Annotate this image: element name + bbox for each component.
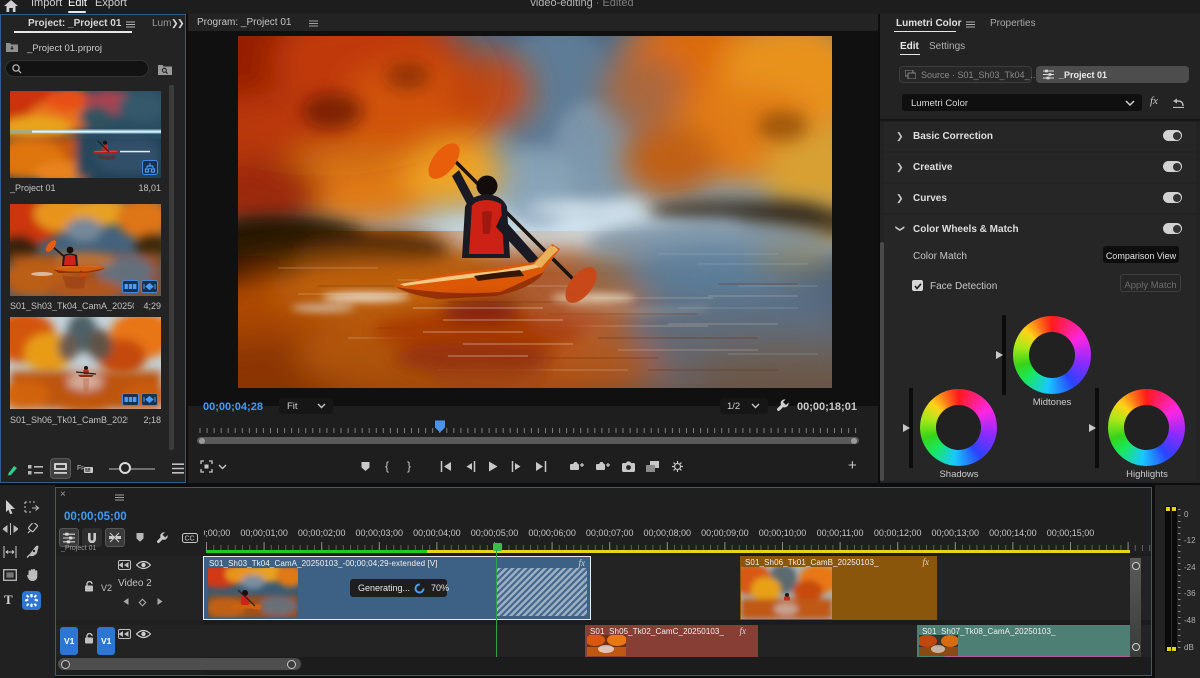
svg-text:00;00;09;00: 00;00;09;00	[701, 528, 749, 538]
svg-text:00;00;03;00: 00;00;03;00	[356, 528, 404, 538]
svg-text:00;00;11;00: 00;00;11;00	[817, 528, 864, 538]
svg-text:00;00;07;00: 00;00;07;00	[586, 528, 634, 538]
svg-text:00;00;13;00: 00;00;13;00	[932, 528, 980, 538]
svg-text:00;00;04;00: 00;00;04;00	[413, 528, 461, 538]
svg-text:00;00;14;00: 00;00;14;00	[989, 528, 1037, 538]
svg-text:00;00;05;00: 00;00;05;00	[471, 528, 519, 538]
svg-text:00;00;02;00: 00;00;02;00	[298, 528, 346, 538]
svg-text:00;00;15;00: 00;00;15;00	[1047, 528, 1095, 538]
svg-text:00;00;12;00: 00;00;12;00	[874, 528, 922, 538]
svg-text:00;00;00;00: 00;00;00;00	[204, 528, 230, 538]
svg-text:FF: FF	[77, 465, 84, 472]
svg-text:CC: CC	[185, 536, 195, 543]
svg-text:00;00;01;00: 00;00;01;00	[240, 528, 288, 538]
svg-text:00;00;08;00: 00;00;08;00	[644, 528, 692, 538]
svg-text:00;00;10;00: 00;00;10;00	[759, 528, 807, 538]
svg-text:00;00;06;00: 00;00;06;00	[528, 528, 576, 538]
